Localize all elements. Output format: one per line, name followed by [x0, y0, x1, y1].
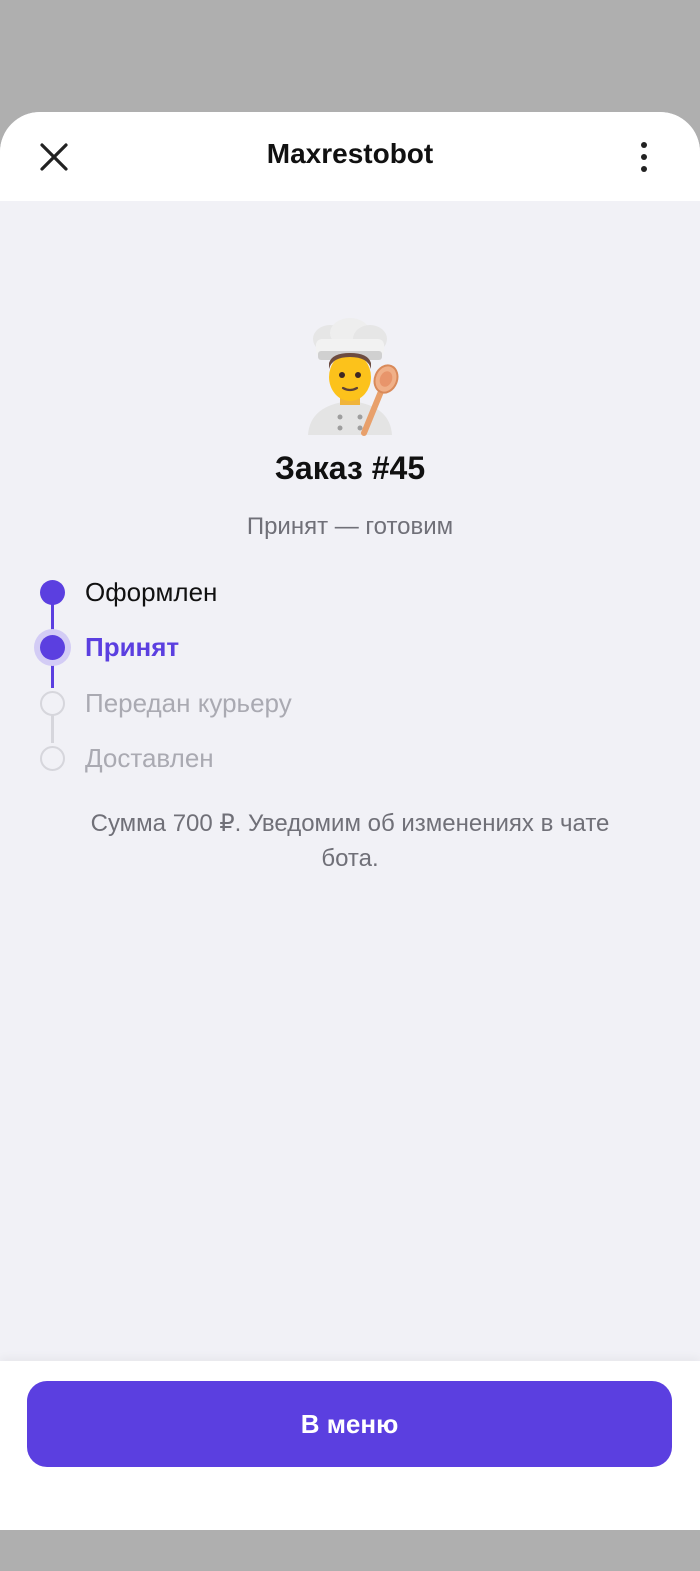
step-label-accepted: Принят — [85, 632, 180, 662]
more-vertical-icon — [641, 142, 647, 172]
bottom-bar: В меню — [0, 1361, 700, 1530]
close-icon — [40, 143, 68, 171]
order-progress-steps: Оформлен Принят Передан курьеру Доставле… — [0, 562, 700, 792]
order-title: Заказ #45 — [274, 450, 426, 486]
step-dot-done — [40, 580, 65, 605]
step-label-courier: Передан курьеру — [85, 688, 292, 718]
bot-sheet: Maxrestobot Заказ #45 Принят — готовим О… — [0, 112, 700, 1530]
more-options-button[interactable] — [624, 134, 664, 180]
header-title: Maxrestobot — [266, 138, 434, 169]
step-label-placed: Оформлен — [85, 577, 218, 607]
step-label-delivered: Доставлен — [85, 743, 214, 773]
step-connector — [51, 604, 54, 632]
order-note: Сумма 700 ₽. Уведомим об изменениях в ча… — [90, 810, 610, 872]
header-bar: Maxrestobot — [0, 112, 700, 201]
step-connector — [51, 715, 54, 743]
back-to-menu-button[interactable]: В меню — [27, 1381, 672, 1467]
close-button[interactable] — [28, 134, 80, 180]
step-dot-pending — [40, 691, 65, 716]
order-status-text: Принят — готовим — [246, 513, 454, 540]
step-connector — [51, 660, 54, 688]
step-dot-pending — [40, 746, 65, 771]
step-dot-active — [40, 635, 65, 660]
cook-emoji-icon — [308, 318, 399, 436]
